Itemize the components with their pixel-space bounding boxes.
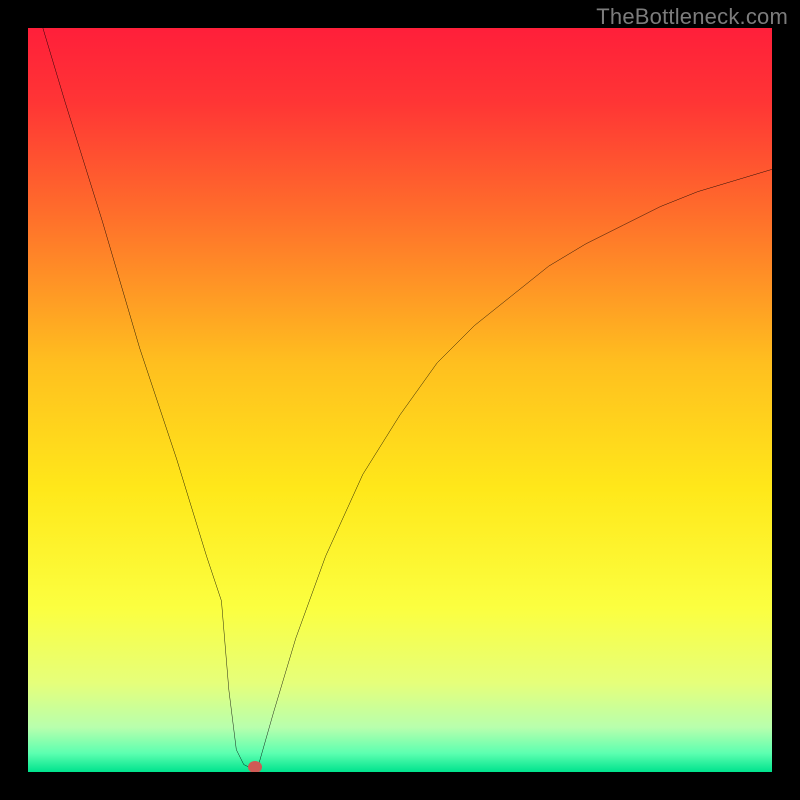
plot-area — [28, 28, 772, 772]
watermark-text: TheBottleneck.com — [596, 4, 788, 30]
bottleneck-curve — [28, 28, 772, 772]
chart-frame: TheBottleneck.com — [0, 0, 800, 800]
optimal-point-marker — [248, 761, 262, 772]
